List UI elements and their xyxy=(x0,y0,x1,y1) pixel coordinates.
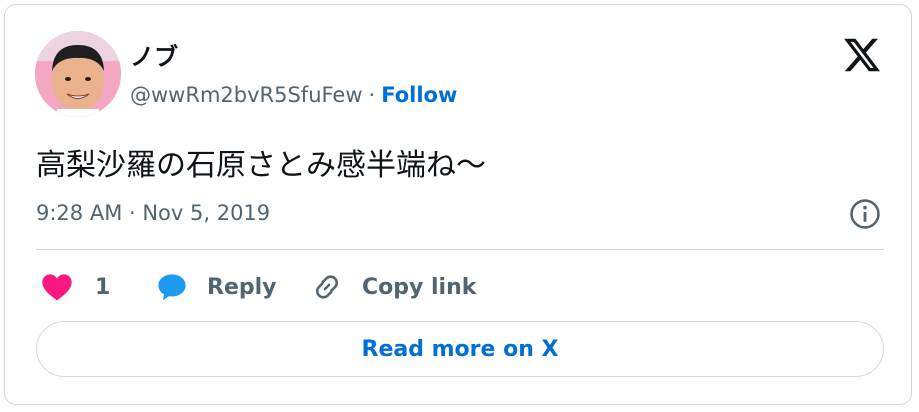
divider xyxy=(36,249,884,250)
reply-button[interactable]: Reply xyxy=(155,267,277,307)
separator-dot: · xyxy=(368,83,376,107)
tweet-timestamp[interactable]: 9:28 AM · Nov 5, 2019 xyxy=(36,201,270,225)
like-count: 1 xyxy=(95,274,111,300)
author-handle[interactable]: @wwRm2bvR5SfuFew xyxy=(130,83,363,107)
x-logo-icon[interactable] xyxy=(842,35,882,75)
speech-bubble-icon xyxy=(158,274,186,301)
tweet-text: 高梨沙羅の石原さとみ感半端ね〜 xyxy=(36,148,486,183)
author-handle-row: @wwRm2bvR5SfuFew · Follow xyxy=(130,83,457,107)
info-icon[interactable] xyxy=(848,197,882,231)
read-more-button[interactable]: Read more on X xyxy=(36,321,884,377)
follow-button[interactable]: Follow xyxy=(381,83,457,107)
copy-link-button[interactable]: Copy link xyxy=(310,267,476,307)
link-icon xyxy=(315,275,339,299)
tweet-embed-card: ノブ @wwRm2bvR5SfuFew · Follow 高梨沙羅の石原さとみ感半端… xyxy=(4,4,912,405)
heart-icon xyxy=(42,274,72,301)
reply-label: Reply xyxy=(207,274,277,300)
copy-link-label: Copy link xyxy=(362,274,477,300)
avatar[interactable] xyxy=(35,31,121,117)
avatar-image xyxy=(35,31,121,117)
like-button[interactable]: 1 xyxy=(41,267,110,307)
author-name[interactable]: ノブ xyxy=(130,37,178,72)
